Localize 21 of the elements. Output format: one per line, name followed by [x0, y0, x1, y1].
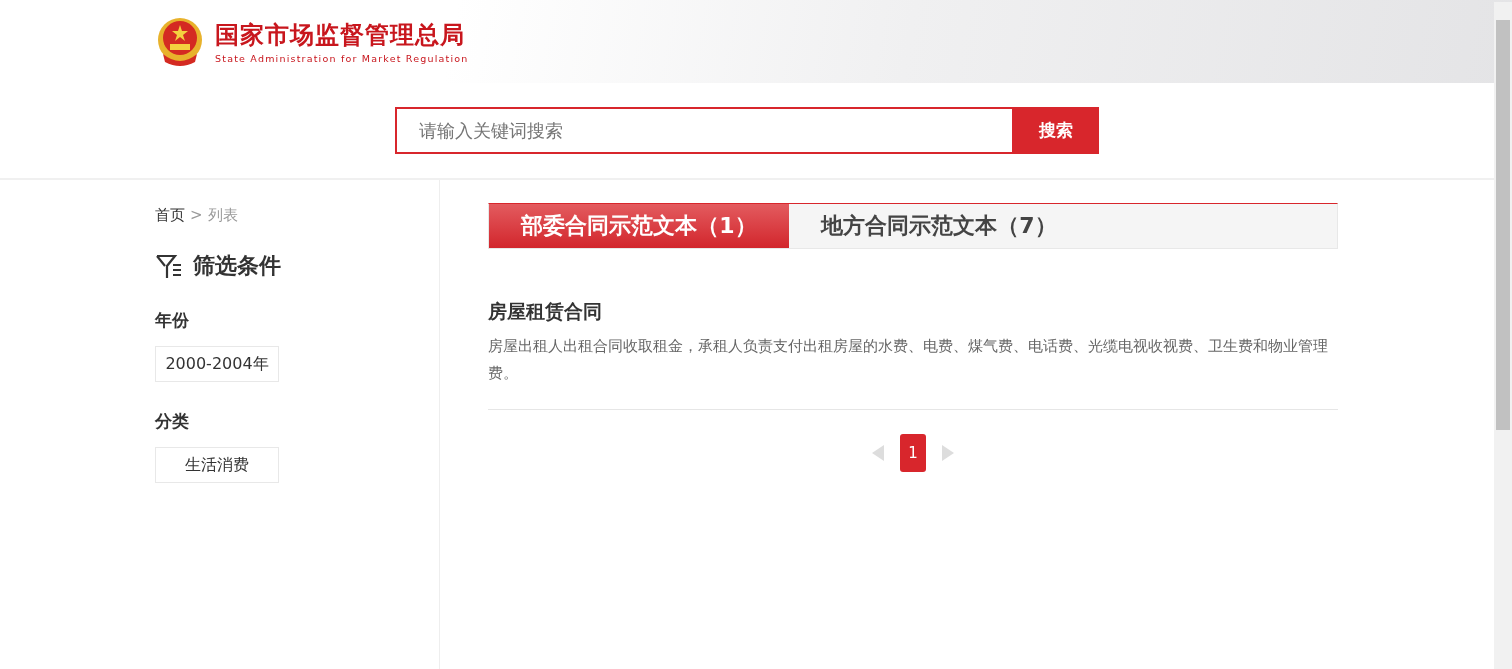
breadcrumb-current: 列表: [207, 206, 238, 225]
result-title[interactable]: 房屋租赁合同: [488, 299, 1338, 325]
agency-english-name: State Administration for Market Regulation: [215, 53, 469, 64]
tab[interactable]: 地方合同示范文本（7）: [789, 204, 1089, 248]
filter-group-label: 年份: [155, 309, 190, 332]
filter-option[interactable]: 生活消费: [155, 447, 279, 483]
tab[interactable]: 部委合同示范文本（1）: [489, 204, 789, 248]
breadcrumb-link[interactable]: 首页: [155, 206, 185, 225]
agency-name: 国家市场监督管理总局: [215, 20, 466, 51]
emblem-icon: [155, 15, 205, 68]
search-button[interactable]: 搜索: [1012, 107, 1099, 154]
result-description: 房屋出租人出租合同收取租金，承租人负责支付出租房屋的水费、电费、煤气费、电话费、光缆电视收视费、卫生费和物业管理费。: [488, 336, 1329, 384]
search-field[interactable]: 请输入关键词搜索: [395, 107, 1012, 154]
page-number[interactable]: 1: [900, 434, 926, 472]
filter-option[interactable]: 2000-2004年: [155, 346, 279, 382]
next-page-icon[interactable]: [942, 445, 954, 461]
filter-group-label: 分类: [155, 410, 190, 433]
previous-page-icon[interactable]: [872, 445, 884, 461]
filter-title: 筛选条件: [193, 252, 281, 280]
breadcrumb-separator: >: [190, 206, 203, 225]
scrollbar[interactable]: [1494, 2, 1512, 669]
